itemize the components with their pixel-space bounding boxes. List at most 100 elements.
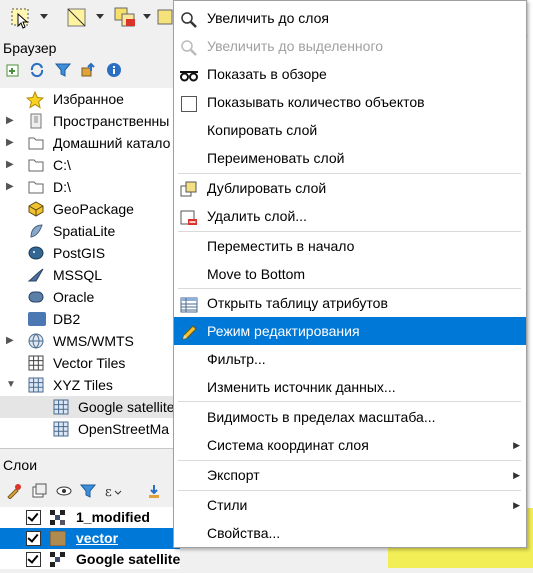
tree-item-label: Пространственны [53, 113, 170, 129]
tree-item-xyz-tiles[interactable]: ▼ XYZ Tiles [0, 374, 180, 396]
postgis-icon [28, 245, 44, 261]
layers-toolbar: ε [0, 481, 180, 503]
tree-item-drive-c[interactable]: ▶ C:\ [0, 154, 180, 176]
filter-icon[interactable] [54, 62, 72, 78]
layer-label: Google satellite [76, 551, 181, 567]
chevron-down-icon[interactable] [40, 14, 48, 19]
map-canvas[interactable] [528, 0, 533, 568]
zoom-selection-icon [180, 38, 198, 56]
layers-panel-title: Слои [3, 457, 38, 473]
tree-item-label: Oracle [53, 289, 95, 305]
layers-panel: Слои ε 1_modified vector Google satellit… [0, 448, 180, 569]
deselect-icon[interactable] [112, 4, 138, 30]
layer-item-1-modified[interactable]: 1_modified [0, 507, 180, 528]
refresh-icon[interactable] [29, 62, 45, 78]
visibility-icon[interactable] [56, 483, 72, 499]
menu-item-label: Переименовать слой [207, 150, 345, 166]
menu-item-styles[interactable]: Стили ▶ [174, 491, 526, 519]
tree-item-google-satellite[interactable]: Google satellite [0, 396, 180, 418]
duplicate-icon [180, 180, 198, 198]
menu-item-open-attribute-table[interactable]: Открыть таблицу атрибутов [174, 289, 526, 317]
tree-expander[interactable]: ▶ [6, 154, 16, 176]
tree-item-vector-tiles[interactable]: Vector Tiles [0, 352, 180, 374]
layer-visibility-checkbox[interactable] [26, 552, 41, 567]
menu-item-export[interactable]: Экспорт ▶ [174, 461, 526, 489]
tree-item-home[interactable]: ▶ Домашний катало [0, 132, 180, 154]
tree-item-wms[interactable]: ▶ WMS/WMTS [0, 330, 180, 352]
tree-item-label: Домашний катало [53, 135, 171, 151]
menu-item-label: Видимость в пределах масштаба... [207, 409, 436, 425]
menu-item-duplicate-layer[interactable]: Дублировать слой [174, 174, 526, 202]
grid-icon [28, 355, 44, 371]
tree-item-spatial-bookmarks[interactable]: ▶ Пространственны [0, 110, 180, 132]
tree-expander[interactable]: ▶ [6, 132, 16, 154]
menu-item-label: Move to Bottom [207, 266, 306, 282]
filter-icon[interactable] [79, 483, 97, 499]
table-icon [180, 295, 198, 313]
raster-layer-icon [50, 552, 66, 567]
expand-icon[interactable] [146, 483, 162, 499]
chevron-right-icon: ▶ [513, 470, 520, 480]
tree-item-drive-d[interactable]: ▶ D:\ [0, 176, 180, 198]
layer-item-google-satellite[interactable]: Google satellite [0, 549, 180, 570]
menu-item-label: Переместить в начало [207, 238, 355, 254]
menu-item-move-to-top[interactable]: Переместить в начало [174, 232, 526, 260]
add-group-icon[interactable] [31, 483, 47, 499]
layer-label: vector [76, 530, 119, 546]
select-features-icon[interactable] [8, 4, 34, 30]
menu-item-filter[interactable]: Фильтр... [174, 345, 526, 373]
tree-item-label: SpatiaLite [53, 223, 116, 239]
menu-item-layer-crs[interactable]: Система координат слоя ▶ [174, 431, 526, 459]
glasses-icon [180, 66, 198, 84]
add-layer-icon[interactable] [5, 62, 21, 78]
layer-visibility-checkbox[interactable] [26, 531, 41, 546]
tree-item-oracle[interactable]: Oracle [0, 286, 180, 308]
tree-expander[interactable]: ▶ [6, 330, 16, 352]
layer-context-menu: Увеличить до слоя Увеличить до выделенно… [173, 0, 527, 548]
menu-item-label: Удалить слой... [207, 208, 307, 224]
layer-label: 1_modified [76, 509, 150, 525]
tree-item-db2[interactable]: DB2 [0, 308, 180, 330]
menu-item-move-to-bottom[interactable]: Move to Bottom [174, 260, 526, 288]
tree-item-mssql[interactable]: MSSQL [0, 264, 180, 286]
select-by-area-icon[interactable] [64, 4, 90, 30]
tree-item-label: OpenStreetMa [78, 421, 170, 437]
expression-icon[interactable]: ε [104, 483, 122, 500]
tree-item-geopackage[interactable]: GeoPackage [0, 198, 180, 220]
browser-panel-title: Браузер [3, 40, 57, 56]
menu-item-scale-visibility[interactable]: Видимость в пределах масштаба... [174, 403, 526, 431]
tree-expander[interactable]: ▶ [6, 110, 16, 132]
tree-item-label: DB2 [53, 311, 81, 327]
checkbox-icon [180, 94, 198, 112]
menu-item-properties[interactable]: Свойства... [174, 519, 526, 547]
mssql-icon [27, 267, 44, 283]
tree-expander[interactable]: ▼ [6, 374, 16, 396]
style-icon[interactable] [6, 483, 22, 500]
menu-item-zoom-to-selection[interactable]: Увеличить до выделенного [174, 32, 526, 60]
bookmark-icon [28, 113, 44, 129]
spatialite-icon [28, 223, 44, 239]
tree-item-favorites[interactable]: Избранное [0, 88, 180, 110]
menu-item-show-in-overview[interactable]: Показать в обзоре [174, 60, 526, 88]
menu-item-label: Свойства... [207, 525, 281, 541]
menu-item-label: Увеличить до слоя [207, 10, 329, 26]
tree-item-label: Vector Tiles [53, 355, 126, 371]
layers-list: 1_modified vector Google satellite [0, 507, 180, 569]
menu-item-toggle-editing[interactable]: Режим редактирования [174, 317, 526, 345]
tree-item-openstreetmap[interactable]: OpenStreetMa [0, 418, 180, 440]
menu-item-show-feature-count[interactable]: Показывать количество объектов [174, 88, 526, 116]
menu-item-zoom-to-layer[interactable]: Увеличить до слоя [174, 4, 526, 32]
chevron-down-icon[interactable] [143, 14, 151, 19]
layer-item-vector[interactable]: vector [0, 528, 180, 549]
layer-visibility-checkbox[interactable] [26, 510, 41, 525]
menu-item-change-data-source[interactable]: Изменить источник данных... [174, 373, 526, 401]
tree-expander[interactable]: ▶ [6, 176, 16, 198]
info-icon[interactable] [106, 62, 122, 78]
menu-item-remove-layer[interactable]: Удалить слой... [174, 202, 526, 230]
menu-item-rename-layer[interactable]: Переименовать слой [174, 144, 526, 172]
collapse-icon[interactable] [80, 62, 96, 78]
menu-item-copy-layer[interactable]: Копировать слой [174, 116, 526, 144]
chevron-down-icon[interactable] [96, 14, 104, 19]
tree-item-spatialite[interactable]: SpatiaLite [0, 220, 180, 242]
tree-item-postgis[interactable]: PostGIS [0, 242, 180, 264]
